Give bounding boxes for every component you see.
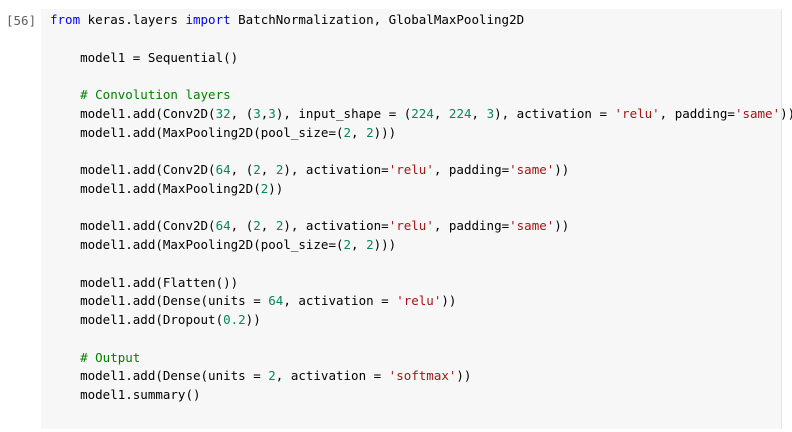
code-text: )) <box>554 162 570 177</box>
code-line: model1 = Sequential() <box>50 49 792 68</box>
number-token: 2 <box>253 162 261 177</box>
code-editor[interactable]: from keras.layers import BatchNormalizat… <box>41 9 792 429</box>
code-text: , ( <box>230 218 254 234</box>
string-token: 'same' <box>509 162 555 177</box>
code-text: , padding= <box>433 218 510 234</box>
code-text: model1.add(MaxPooling2D(pool_size=( <box>50 124 344 140</box>
code-line: model1.add(MaxPooling2D(pool_size=(2, 2)… <box>50 236 792 255</box>
code-line: # Convolution layers <box>50 86 792 105</box>
code-text: , <box>260 162 276 177</box>
code-text: , <box>260 218 276 234</box>
code-text: model1.add(Conv2D( <box>50 105 216 121</box>
code-line: model1.add(Conv2D(32, (3,3), input_shape… <box>50 105 792 124</box>
code-text: )) <box>441 293 457 309</box>
code-text: )) <box>245 312 261 327</box>
code-text: model1.add(Dropout( <box>50 312 224 327</box>
code-line: model1.summary() <box>50 386 792 405</box>
code-text: )) <box>268 180 284 196</box>
code-text: , <box>471 105 487 121</box>
code-text: ))) <box>373 237 397 252</box>
code-line: model1.add(Dropout(0.2)) <box>50 311 792 330</box>
number-token: 32 <box>215 105 231 121</box>
number-token: 64 <box>215 218 231 234</box>
code-text: model1.summary() <box>50 387 201 402</box>
code-text: )) <box>554 218 570 234</box>
code-text: )) <box>780 105 792 121</box>
number-token: 0.2 <box>223 312 246 327</box>
number-token: 2 <box>268 368 276 384</box>
code-text: model1 = Sequential() <box>50 49 239 65</box>
code-text: model1.add(Dense(units = <box>50 368 269 384</box>
string-token: 'relu' <box>396 293 442 309</box>
code-line: from keras.layers import BatchNormalizat… <box>50 11 792 30</box>
code-text: , activation = <box>275 368 389 384</box>
code-text: , ( <box>230 105 254 121</box>
code-line: model1.add(Conv2D(64, (2, 2), activation… <box>50 161 792 180</box>
number-token: 2 <box>253 218 261 234</box>
keyword-token: import <box>185 12 231 27</box>
string-token: 'relu' <box>388 162 434 177</box>
code-text: )) <box>456 368 472 384</box>
number-token: 64 <box>215 162 231 177</box>
number-token: 2 <box>366 237 374 252</box>
comment-token: # Output <box>50 349 141 365</box>
number-token: 2 <box>366 124 374 140</box>
code-text: model1.add(Flatten()) <box>50 274 239 290</box>
code-text: model1.add(Dense(units = <box>50 293 269 309</box>
number-token: 2 <box>343 124 352 140</box>
comment-token: # Convolution layers <box>50 87 231 102</box>
string-token: 'same' <box>734 105 781 121</box>
code-text: model1.add(MaxPooling2D( <box>50 180 261 196</box>
code-text: , activation = <box>283 293 397 309</box>
code-text: model1.add(Conv2D( <box>50 162 216 177</box>
code-text: , padding= <box>433 162 510 177</box>
code-line: # Output <box>50 349 792 368</box>
code-text: model1.add(MaxPooling2D(pool_size=( <box>50 237 344 252</box>
string-token: 'relu' <box>614 105 660 121</box>
code-text: , <box>433 105 449 121</box>
keyword-token: from <box>50 12 81 27</box>
code-line: model1.add(Dense(units = 2, activation =… <box>50 367 792 386</box>
string-token: 'relu' <box>388 218 434 234</box>
code-lines: from keras.layers import BatchNormalizat… <box>50 11 792 405</box>
code-text: ), activation= <box>283 218 389 234</box>
notebook-code-cell: [56] from keras.layers import BatchNorma… <box>0 0 792 432</box>
execution-count-prompt: [56] <box>6 13 37 28</box>
code-text: , ( <box>230 162 254 177</box>
code-text: ), activation = <box>494 105 615 121</box>
code-line: model1.add(Conv2D(64, (2, 2), activation… <box>50 217 792 236</box>
number-token: 224 <box>448 105 472 121</box>
number-token: 3 <box>268 105 276 121</box>
number-token: 2 <box>343 237 352 252</box>
code-line: model1.add(Flatten()) <box>50 274 792 293</box>
code-line: model1.add(Dense(units = 64, activation … <box>50 292 792 311</box>
string-token: 'same' <box>509 218 555 234</box>
code-text: BatchNormalization, GlobalMaxPooling2D <box>230 12 525 27</box>
code-text: model1.add(Conv2D( <box>50 218 216 234</box>
code-text: ), input_shape = ( <box>275 105 412 121</box>
code-text: , <box>351 237 367 252</box>
code-text: keras.layers <box>80 12 186 27</box>
code-text: ))) <box>373 124 397 140</box>
code-text: ), activation= <box>283 162 389 177</box>
number-token: 3 <box>486 105 495 121</box>
code-text: , padding= <box>659 105 735 121</box>
code-line: model1.add(MaxPooling2D(pool_size=(2, 2)… <box>50 124 792 143</box>
number-token: 3 <box>253 105 261 121</box>
number-token: 64 <box>268 293 284 309</box>
code-text: , <box>351 124 367 140</box>
number-token: 224 <box>411 105 434 121</box>
code-line: model1.add(MaxPooling2D(2)) <box>50 180 792 199</box>
string-token: 'softmax' <box>388 368 457 384</box>
